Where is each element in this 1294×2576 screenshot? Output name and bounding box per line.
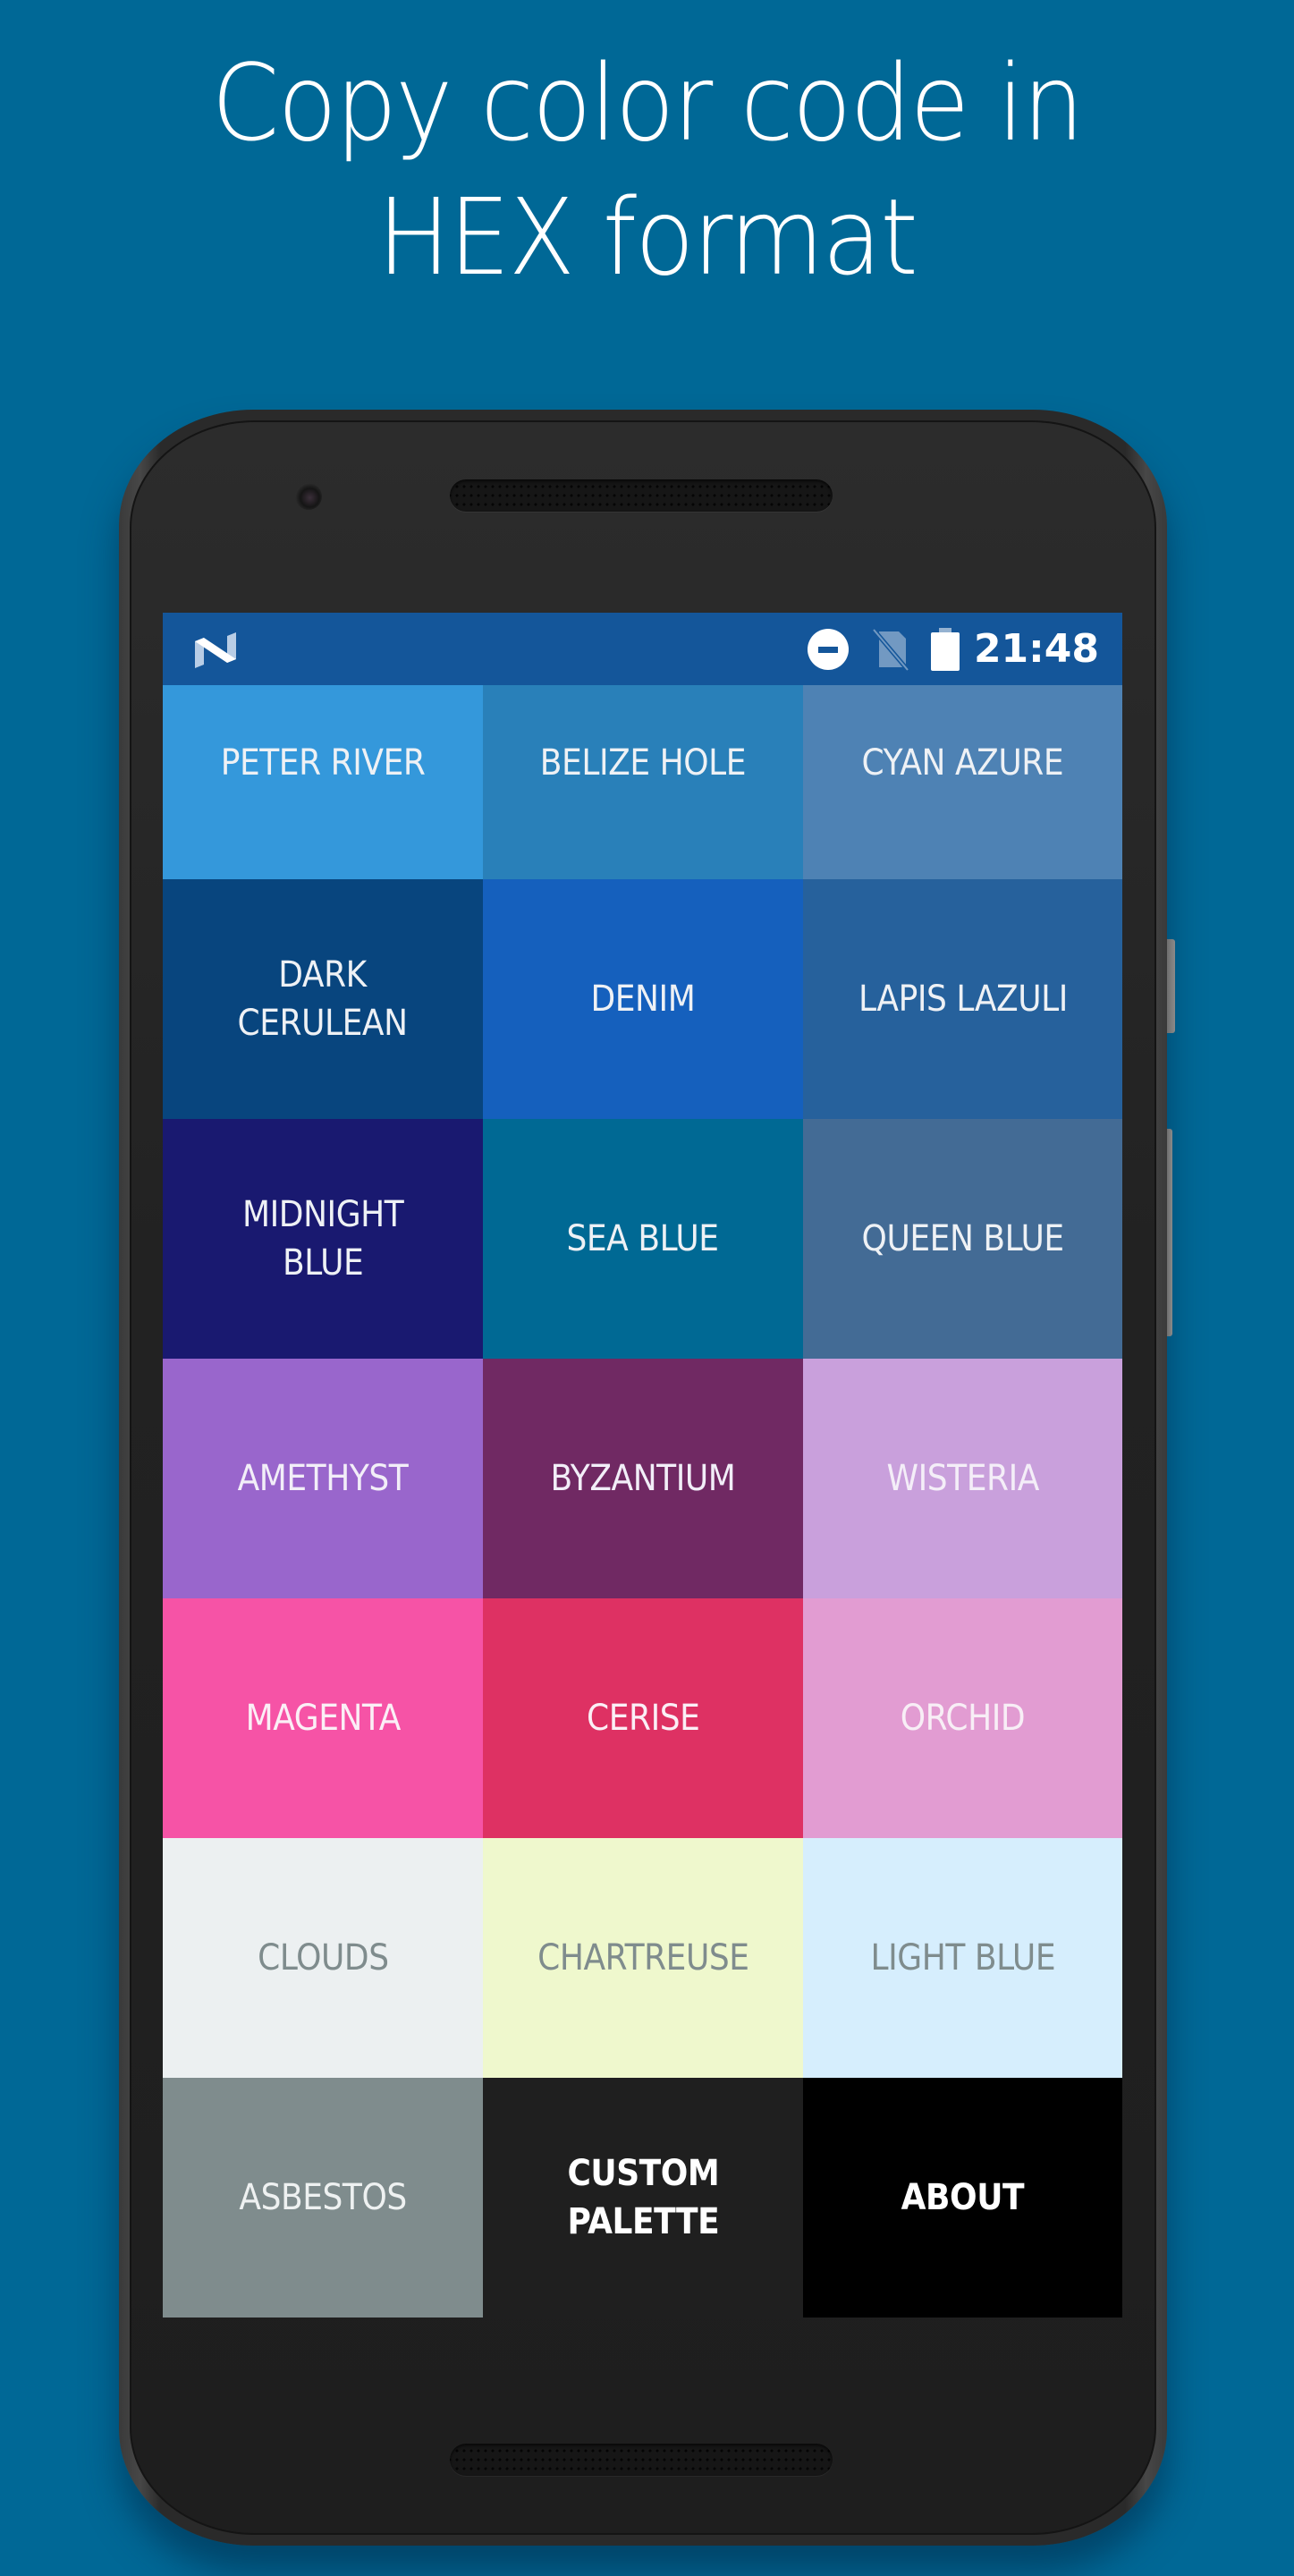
color-tile-label: CLOUDS [257,1937,389,1979]
color-tile-custom-palette[interactable]: CUSTOM PALETTE [483,2078,803,2318]
headline: Copy color code in HEX format [52,36,1242,304]
color-tile-byzantium[interactable]: BYZANTIUM [483,1359,803,1598]
color-tile-chartreuse[interactable]: CHARTREUSE [483,1838,803,2078]
color-tile-label: ASBESTOS [239,2177,407,2218]
color-tile-label: DENIM [590,979,696,1020]
color-tile-label: CHARTREUSE [537,1937,749,1979]
color-tile-label: DARK CERULEAN [237,954,409,1044]
color-tile-dark-cerulean[interactable]: DARK CERULEAN [163,879,483,1119]
color-tile-label: CERISE [586,1698,700,1739]
color-tile-magenta[interactable]: MAGENTA [163,1598,483,1838]
color-tile-clouds[interactable]: CLOUDS [163,1838,483,2078]
no-sim-icon [872,627,909,671]
color-tile-label: QUEEN BLUE [861,1218,1064,1259]
color-tile-sea-blue[interactable]: SEA BLUE [483,1119,803,1359]
color-tile-light-blue[interactable]: LIGHT BLUE [803,1838,1122,2078]
color-tile-label: CUSTOM PALETTE [567,2153,719,2242]
phone-screen: 21:48 PETER RIVER BELIZE HOLE CYAN AZURE DA… [163,613,1122,2319]
color-tile-cyan-azure[interactable]: CYAN AZURE [803,685,1122,879]
power-button [1167,939,1175,1033]
color-tile-label: SEA BLUE [566,1218,720,1259]
color-tile-label: ABOUT [901,2177,1025,2218]
color-tile-about[interactable]: ABOUT [803,2078,1122,2318]
color-tile-lapis-lazuli[interactable]: LAPIS LAZULI [803,879,1122,1119]
do-not-disturb-icon [807,628,849,670]
color-tile-label: WISTERIA [886,1458,1039,1499]
color-tile-peter-river[interactable]: PETER RIVER [163,685,483,879]
headline-line-2: HEX format [377,175,918,299]
color-tile-orchid[interactable]: ORCHID [803,1598,1122,1838]
color-tile-cerise[interactable]: CERISE [483,1598,803,1838]
color-tile-asbestos[interactable]: ASBESTOS [163,2078,483,2318]
color-tile-label: BYZANTIUM [550,1458,736,1499]
color-tile-label: AMETHYST [237,1458,409,1499]
color-tile-belize-hole[interactable]: BELIZE HOLE [483,685,803,879]
color-palette-grid: PETER RIVER BELIZE HOLE CYAN AZURE DARK CERU… [163,685,1122,2318]
color-tile-label: MIDNIGHT BLUE [241,1194,404,1284]
color-tile-label: BELIZE HOLE [539,742,747,784]
status-bar: 21:48 [163,613,1122,685]
color-tile-label: LAPIS LAZULI [858,979,1068,1020]
color-tile-midnight-blue[interactable]: MIDNIGHT BLUE [163,1119,483,1359]
bottom-speaker-grille [450,2444,833,2476]
color-tile-label: LIGHT BLUE [870,1937,1055,1979]
color-tile-label: PETER RIVER [220,742,426,784]
status-icons: 21:48 [807,613,1099,685]
color-tile-label: MAGENTA [245,1698,401,1739]
battery-icon [930,627,960,671]
android-nougat-logo-icon [195,632,236,668]
headline-line-1: Copy color code in [211,41,1085,165]
volume-button [1167,1129,1172,1336]
color-tile-amethyst[interactable]: AMETHYST [163,1359,483,1598]
front-camera [295,483,322,510]
status-time: 21:48 [973,626,1099,672]
top-speaker-grille [450,479,833,512]
color-tile-denim[interactable]: DENIM [483,879,803,1119]
color-tile-label: CYAN AZURE [861,742,1064,784]
color-tile-wisteria[interactable]: WISTERIA [803,1359,1122,1598]
color-tile-queen-blue[interactable]: QUEEN BLUE [803,1119,1122,1359]
color-tile-label: ORCHID [900,1698,1026,1739]
